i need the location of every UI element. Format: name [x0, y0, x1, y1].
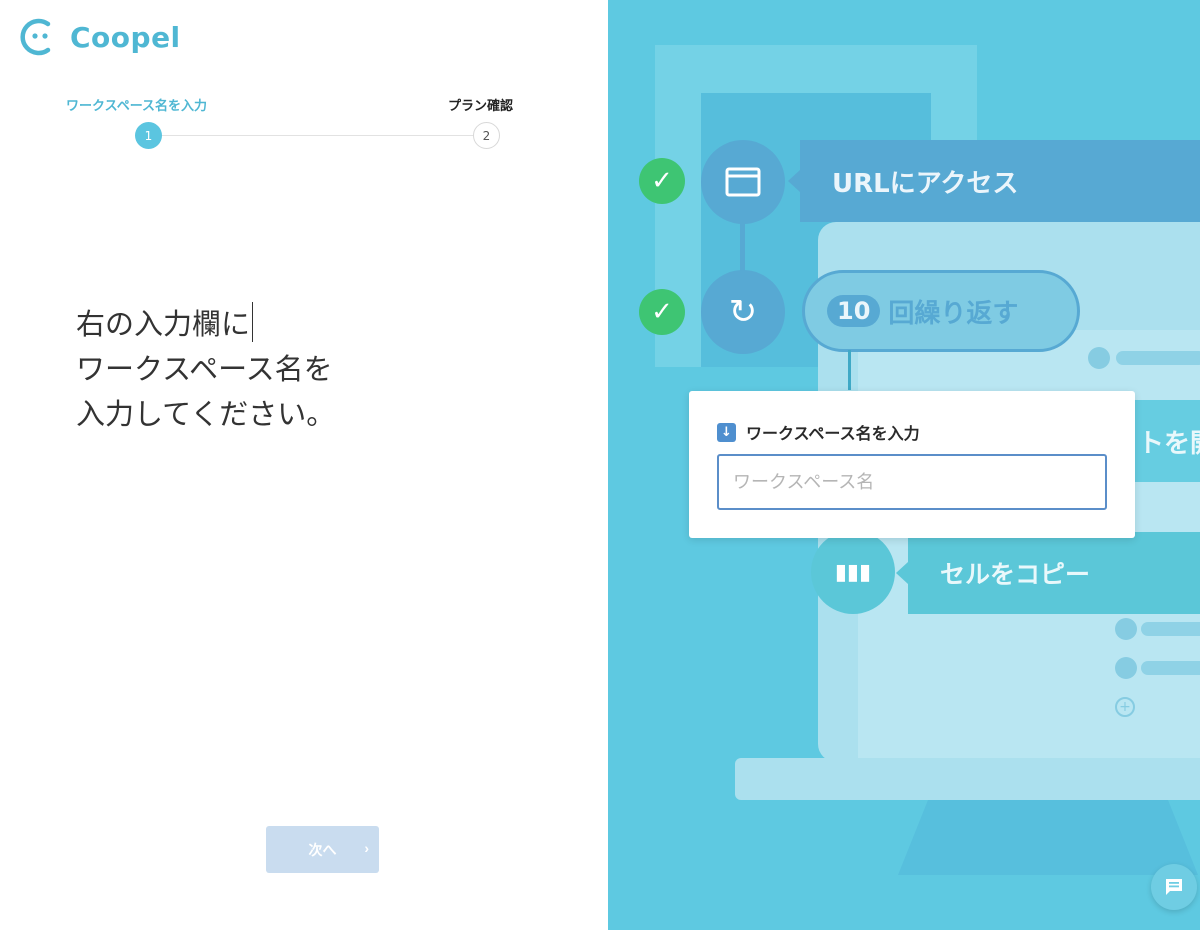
step-repeat: 10 回繰り返す [802, 270, 1080, 352]
instruction-line-1: 右の入力欄に [76, 307, 251, 341]
step-copy-cell: セルをコピー [896, 532, 1200, 614]
monitor-base [735, 758, 1200, 800]
step-1-label: ワークスペース名を入力 [66, 99, 208, 114]
coopel-face-logo [20, 18, 51, 56]
step-url-access: URLにアクセス [788, 140, 1200, 222]
text-caret [252, 302, 254, 342]
workspace-name-label-text: ワークスペース名を入力 [746, 424, 920, 443]
repeat-label: 回繰り返す [888, 298, 1019, 329]
stepper-line [160, 135, 476, 136]
instruction-line-3: 入力してください。 [76, 397, 336, 431]
workspace-name-card: ↓ ワークスペース名を入力 [689, 391, 1135, 538]
next-button-label: 次へ [308, 841, 337, 858]
flow-connector [848, 350, 851, 390]
step-2-circle: 2 [473, 122, 500, 149]
instruction-text: 右の入力欄に ワークスペース名を 入力してください。 [76, 302, 335, 437]
plus-icon: + [1115, 697, 1135, 717]
flow-node-dot [1088, 347, 1110, 369]
brand-name: Coopel [70, 20, 181, 54]
left-panel: Coopel ワークスペース名を入力 プラン確認 1 2 右の入力欄に ワークス… [0, 0, 608, 930]
check-icon: ✓ [639, 158, 685, 204]
workspace-name-input[interactable] [717, 454, 1107, 510]
chevron-right-icon: › [364, 840, 369, 856]
table-cells-icon: ▮▮▮ [811, 530, 895, 614]
flow-node-bar [1116, 351, 1200, 365]
chat-icon [1166, 879, 1182, 895]
instruction-line-2: ワークスペース名を [76, 352, 333, 386]
chat-button[interactable] [1151, 864, 1197, 910]
brand-logo[interactable]: Coopel [18, 18, 181, 56]
check-icon: ✓ [639, 289, 685, 335]
flow-node-bar [1141, 622, 1200, 636]
browser-window-icon [701, 140, 785, 224]
right-panel: + ✓ URLにアクセス ✓ ↻ 10 回繰り返す トを開 ▮▮▮ セルをコピー… [608, 0, 1200, 930]
repeat-count: 10 [827, 295, 881, 327]
next-button[interactable]: 次へ › [266, 826, 379, 873]
flow-node-dot [1115, 618, 1137, 640]
step-2-label: プラン確認 [448, 99, 514, 114]
flow-connector [740, 222, 745, 272]
workspace-name-label: ↓ ワークスペース名を入力 [717, 420, 920, 444]
repeat-icon: ↻ [701, 270, 785, 354]
monitor-stand [898, 800, 1198, 875]
step-1-circle: 1 [135, 122, 162, 149]
download-icon: ↓ [717, 422, 736, 442]
flow-node-bar [1141, 661, 1200, 675]
flow-node-dot [1115, 657, 1137, 679]
stepper: ワークスペース名を入力 プラン確認 1 2 [0, 95, 608, 155]
